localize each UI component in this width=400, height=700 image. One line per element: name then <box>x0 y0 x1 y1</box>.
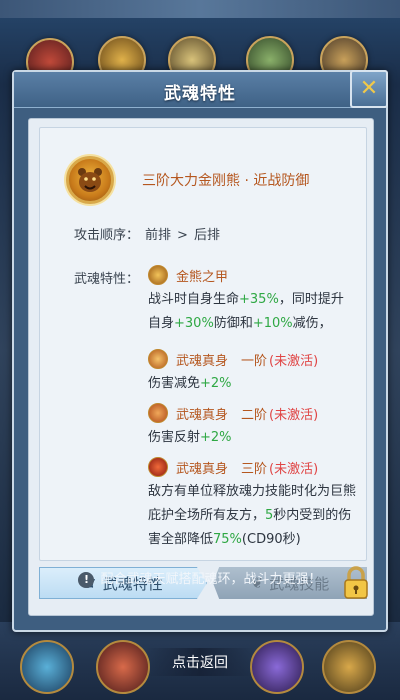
dialog-header: 武魂特性 <box>14 72 386 108</box>
skill-name: 金熊之甲 <box>176 269 229 285</box>
close-button[interactable]: ✕ <box>350 70 388 108</box>
attack-order-to: 后排 <box>193 228 220 243</box>
skill-state: (未激活) <box>269 407 319 423</box>
skill-state: (未激活) <box>269 353 319 369</box>
soul-trait-label: 武魂特性： <box>74 272 140 287</box>
skill-description: 战斗时自身生命+35%，同时提升自身+30%防御和+10%减伤， <box>148 292 344 331</box>
back-button-label: 点击返回 <box>146 648 254 676</box>
tip-row: ! 配合武魂天赋搭配魂环，战斗力更强！ <box>14 568 386 588</box>
attack-order-row: 攻击顺序： 前排 > 后排 <box>74 224 226 243</box>
skill-description: 伤害反射+2% <box>148 430 232 445</box>
skill-name: 武魂真身 一阶 <box>176 353 268 369</box>
attack-order-arrow: > <box>177 228 188 243</box>
skill-true-body-tier-2: 武魂真身 二阶 (未激活) 伤害反射+2% <box>148 402 318 450</box>
tip-text: 配合武魂天赋搭配魂环，战斗力更强！ <box>100 572 322 587</box>
soul-name: 三阶大力金刚熊 · 近战防御 <box>142 173 310 189</box>
exclamation-icon: ! <box>78 572 95 588</box>
skill-state: (未激活) <box>269 461 319 477</box>
background-top-bar <box>0 0 400 18</box>
dialog-title: 武魂特性 <box>164 84 236 104</box>
bear-portrait-icon <box>66 156 114 204</box>
true-body-icon <box>148 403 168 423</box>
skill-description: 敌方有单位释放魂力技能时化为巨熊庇护全场所有友方，5秒内受到的伤害全部降低75%… <box>148 484 357 547</box>
back-button[interactable]: 点击返回 <box>0 648 400 676</box>
content-panel: 三阶大力金刚熊 · 近战防御 攻击顺序： 前排 > 后排 武魂特性： 金熊之甲 战斗时… <box>28 118 374 616</box>
attack-order-label: 攻击顺序： <box>74 228 140 243</box>
true-body-icon <box>148 349 168 369</box>
skill-golden-bear-armor: 金熊之甲 战斗时自身生命+35%，同时提升自身+30%防御和+10%减伤， <box>148 264 356 336</box>
trait-details: 三阶大力金刚熊 · 近战防御 攻击顺序： 前排 > 后排 武魂特性： 金熊之甲 战斗时… <box>39 127 367 561</box>
close-x-icon: ✕ <box>359 76 379 101</box>
true-body-icon <box>148 457 168 477</box>
skill-true-body-tier-3: 武魂真身 三阶 (未激活) 敌方有单位释放魂力技能时化为巨熊庇护全场所有友方，5… <box>148 456 360 552</box>
skill-true-body-tier-1: 武魂真身 一阶 (未激活) 伤害减免+2% <box>148 348 318 396</box>
soul-trait-dialog: 武魂特性 ✕ 三阶大力金刚熊 · 近战防御 攻击顺序： 前排 > 后排 武魂特性： <box>12 70 388 632</box>
skill-name: 武魂真身 三阶 <box>176 461 268 477</box>
bear-armor-icon <box>148 265 168 285</box>
attack-order-from: 前排 <box>145 228 172 243</box>
skill-name: 武魂真身 二阶 <box>176 407 268 423</box>
skill-description: 伤害减免+2% <box>148 376 232 391</box>
